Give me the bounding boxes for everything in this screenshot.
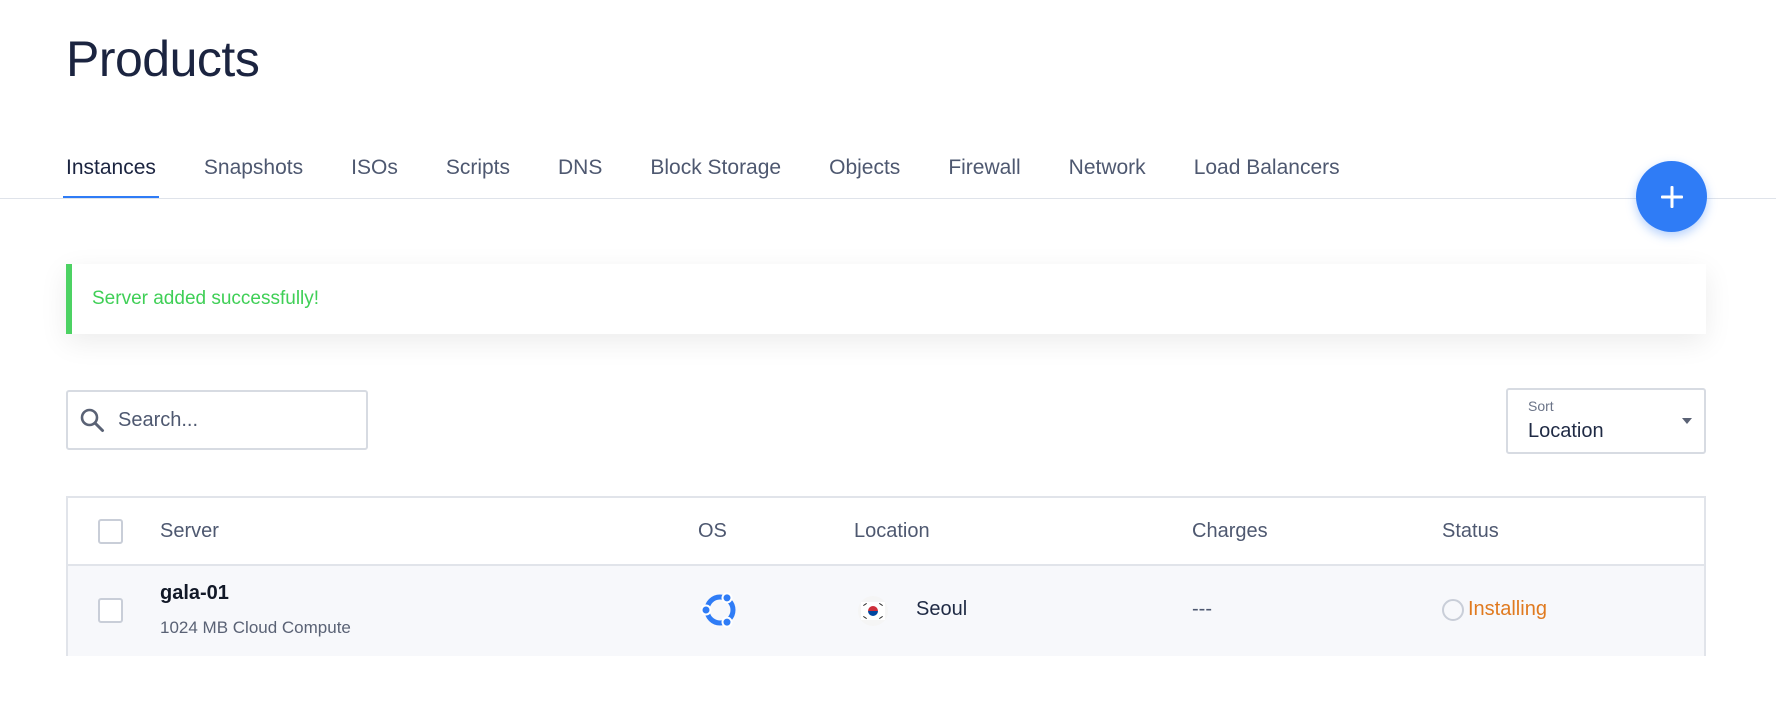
tab-isos[interactable]: ISOs <box>351 152 398 200</box>
tab-block-storage[interactable]: Block Storage <box>650 152 781 200</box>
column-header-server[interactable]: Server <box>160 520 219 543</box>
charges-text: --- <box>1192 598 1212 620</box>
tab-instances[interactable]: Instances <box>63 152 159 200</box>
tab-network[interactable]: Network <box>1069 152 1146 200</box>
instances-table: Server OS Location Charges Status gala-0… <box>66 496 1706 656</box>
tab-firewall[interactable]: Firewall <box>948 152 1020 200</box>
status-text: Installing <box>1468 598 1547 620</box>
column-header-os[interactable]: OS <box>698 520 727 543</box>
tab-objects[interactable]: Objects <box>829 152 900 200</box>
column-header-charges[interactable]: Charges <box>1192 520 1268 543</box>
add-product-button[interactable] <box>1636 161 1707 232</box>
server-name[interactable]: gala-01 <box>160 582 229 605</box>
tab-scripts[interactable]: Scripts <box>446 152 510 200</box>
product-tabs: Instances Snapshots ISOs Scripts DNS Blo… <box>63 152 1388 200</box>
tab-snapshots[interactable]: Snapshots <box>204 152 303 200</box>
column-header-status[interactable]: Status <box>1442 520 1499 543</box>
chevron-down-icon <box>1682 418 1692 424</box>
row-select-checkbox[interactable] <box>98 598 123 623</box>
search-input[interactable] <box>118 408 348 432</box>
ubuntu-icon <box>698 588 742 632</box>
plus-icon <box>1660 185 1683 208</box>
success-alert: Server added successfully! <box>66 264 1706 334</box>
search-box <box>66 390 368 450</box>
column-header-location[interactable]: Location <box>854 520 930 543</box>
tab-dns[interactable]: DNS <box>558 152 602 200</box>
sort-select[interactable]: Sort Location <box>1506 388 1706 454</box>
table-header: Server OS Location Charges Status <box>68 498 1704 566</box>
status-cell: Installing <box>1442 598 1547 621</box>
server-plan: 1024 MB Cloud Compute <box>160 618 351 637</box>
tabs-divider <box>0 198 1776 199</box>
location-text: Seoul <box>916 598 968 620</box>
sort-value: Location <box>1528 420 1604 442</box>
select-all-checkbox[interactable] <box>98 519 123 544</box>
alert-message: Server added successfully! <box>92 288 320 309</box>
table-row[interactable]: gala-01 1024 MB Cloud Compute Seoul --- … <box>68 566 1704 656</box>
spinner-icon <box>1442 598 1464 621</box>
tab-load-balancers[interactable]: Load Balancers <box>1194 152 1340 200</box>
page-title: Products <box>66 31 260 87</box>
search-icon <box>78 406 106 434</box>
south-korea-flag-icon <box>858 596 888 626</box>
sort-label: Sort <box>1528 398 1554 414</box>
